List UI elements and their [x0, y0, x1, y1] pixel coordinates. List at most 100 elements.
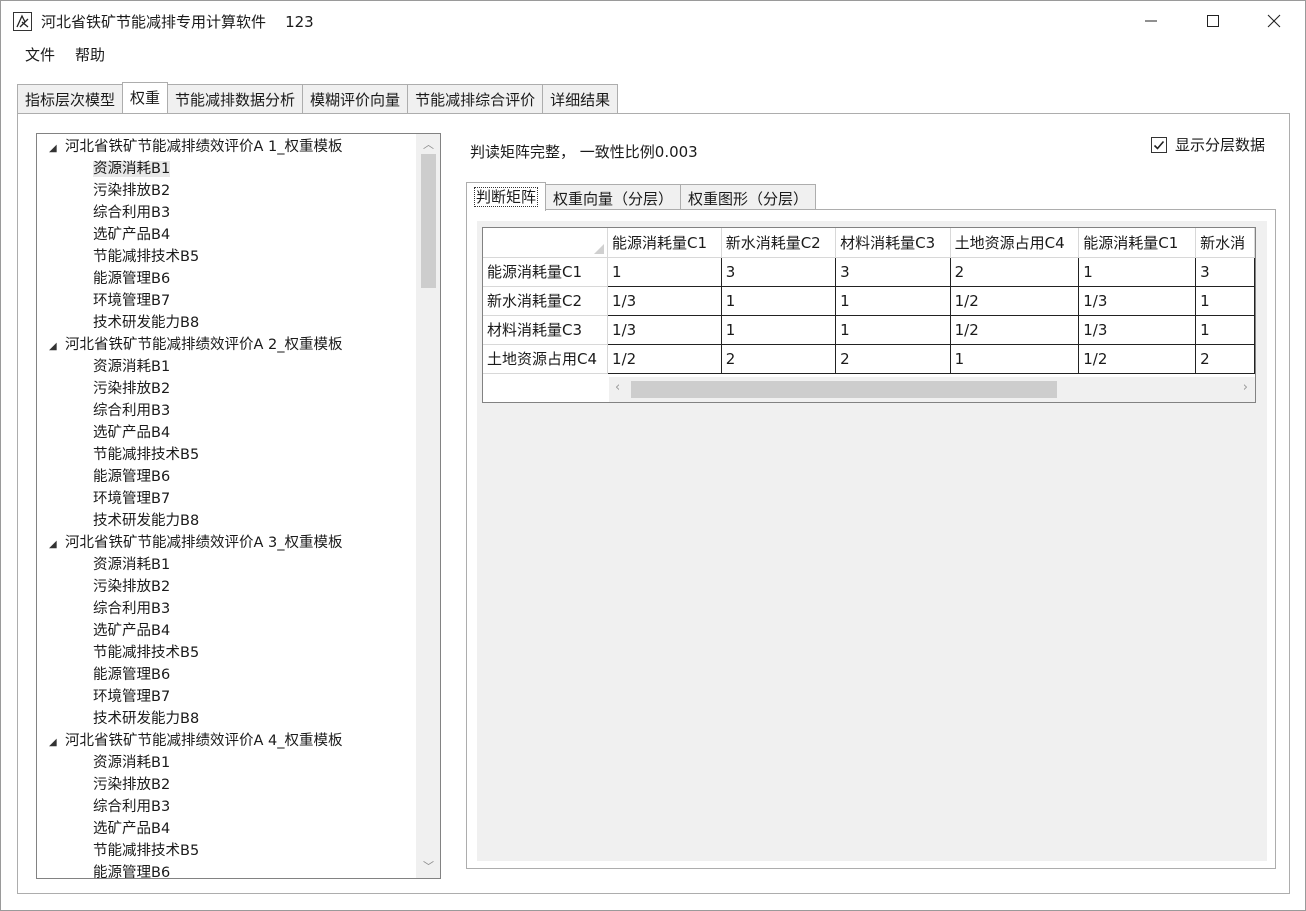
matrix-cell[interactable]: 1 [720, 285, 837, 316]
scroll-left-arrow-icon[interactable]: ‹ [615, 380, 620, 395]
matrix-cell[interactable]: 2 [1195, 343, 1255, 374]
tree-group-node[interactable]: ◢ 河北省铁矿节能减排绩效评价A 4_权重模板 [37, 730, 415, 752]
tab-weight-vector[interactable]: 权重向量（分层） [545, 184, 682, 210]
scroll-thumb[interactable] [421, 154, 436, 288]
template-tree[interactable]: ◢ 河北省铁矿节能减排绩效评价A 1_权重模板 资源消耗B1 污染排放B2 综合利用B3… [36, 133, 441, 879]
tree-group-node[interactable]: ◢ 河北省铁矿节能减排绩效评价A 1_权重模板 [37, 136, 415, 158]
matrix-cell[interactable]: 2 [720, 343, 837, 374]
maximize-button[interactable] [1183, 1, 1243, 41]
tree-item[interactable]: 综合利用B3 [37, 202, 415, 224]
expand-arrow-icon[interactable]: ◢ [49, 138, 65, 160]
tab-fuzzy-vector[interactable]: 模糊评价向量 [302, 84, 409, 113]
matrix-cell[interactable]: 1 [1195, 314, 1255, 345]
tree-item[interactable]: 选矿产品B4 [37, 224, 415, 246]
tree-item[interactable]: 污染排放B2 [37, 180, 415, 202]
menu-file[interactable]: 文件 [1, 42, 65, 68]
tree-item[interactable]: 选矿产品B4 [37, 818, 415, 840]
menu-help[interactable]: 帮助 [65, 42, 115, 68]
scroll-right-arrow-icon[interactable]: › [1243, 380, 1248, 395]
matrix-cell[interactable]: 2 [835, 343, 951, 374]
row-header[interactable]: 新水消耗量C2 [483, 286, 609, 316]
matrix-cell[interactable]: 1 [607, 256, 722, 287]
minimize-button[interactable] [1121, 1, 1181, 41]
expand-arrow-icon[interactable]: ◢ [49, 732, 65, 754]
tree-item[interactable]: 资源消耗B1 [37, 158, 415, 180]
column-header[interactable]: 能源消耗量C1 [1078, 228, 1197, 258]
tree-item[interactable]: 环境管理B7 [37, 290, 415, 312]
tree-item[interactable]: 污染排放B2 [37, 378, 415, 400]
tree-item[interactable]: 选矿产品B4 [37, 422, 415, 444]
tree-item[interactable]: 能源管理B6 [37, 268, 415, 290]
tree-item[interactable]: 资源消耗B1 [37, 356, 415, 378]
matrix-cell[interactable]: 1 [835, 314, 951, 345]
tree-item[interactable]: 环境管理B7 [37, 488, 415, 510]
tree-item[interactable]: 综合利用B3 [37, 400, 415, 422]
column-header[interactable]: 新水消 [1195, 228, 1255, 258]
scroll-up-arrow-icon[interactable]: ︿ [417, 136, 440, 154]
tab-judgment-matrix[interactable]: 判断矩阵 [466, 182, 547, 211]
tab-weights[interactable]: 权重 [122, 82, 169, 113]
tree-item[interactable]: 节能减排技术B5 [37, 642, 415, 664]
tree-item[interactable]: 选矿产品B4 [37, 620, 415, 642]
tree-item[interactable]: 污染排放B2 [37, 576, 415, 598]
matrix-corner[interactable] [483, 228, 609, 258]
row-header[interactable]: 土地资源占用C4 [483, 344, 609, 374]
tab-weight-graph[interactable]: 权重图形（分层） [680, 184, 817, 210]
matrix-cell[interactable]: 1 [1078, 256, 1197, 287]
expand-arrow-icon[interactable]: ◢ [49, 534, 65, 556]
tree-item[interactable]: 技术研发能力B8 [37, 312, 415, 334]
scroll-down-arrow-icon[interactable]: ﹀ [417, 858, 440, 876]
matrix-cell[interactable]: 1/3 [1078, 285, 1197, 316]
tree-item[interactable]: 能源管理B6 [37, 862, 415, 878]
tree-item[interactable]: 综合利用B3 [37, 598, 415, 620]
matrix-cell[interactable]: 1/2 [949, 285, 1080, 316]
tree-item[interactable]: 污染排放B2 [37, 774, 415, 796]
tree-item[interactable]: 技术研发能力B8 [37, 510, 415, 532]
expand-arrow-icon[interactable]: ◢ [49, 336, 65, 358]
show-layer-checkbox[interactable] [1151, 136, 1167, 153]
matrix-horizontal-scrollbar[interactable]: ‹ › [609, 377, 1255, 402]
column-header[interactable]: 材料消耗量C3 [835, 228, 951, 258]
column-header[interactable]: 土地资源占用C4 [950, 228, 1080, 258]
tree-item[interactable]: 技术研发能力B8 [37, 708, 415, 730]
matrix-cell[interactable]: 1/2 [1078, 343, 1197, 374]
show-layer-checkbox-row[interactable]: 显示分层数据 [1151, 134, 1265, 155]
tree-item[interactable]: 能源管理B6 [37, 466, 415, 488]
tree-item[interactable]: 综合利用B3 [37, 796, 415, 818]
tree-group-node[interactable]: ◢ 河北省铁矿节能减排绩效评价A 3_权重模板 [37, 532, 415, 554]
matrix-cell[interactable]: 3 [1195, 256, 1255, 287]
tree-group-node[interactable]: ◢ 河北省铁矿节能减排绩效评价A 2_权重模板 [37, 334, 415, 356]
tab-comprehensive-evaluation[interactable]: 节能减排综合评价 [407, 84, 544, 113]
tree-item[interactable]: 资源消耗B1 [37, 554, 415, 576]
column-header[interactable]: 能源消耗量C1 [607, 228, 722, 258]
matrix-cell[interactable]: 1 [949, 343, 1080, 374]
matrix-cell[interactable]: 3 [835, 256, 951, 287]
tree-item[interactable]: 能源管理B6 [37, 664, 415, 686]
scroll-thumb[interactable] [631, 381, 1057, 398]
matrix-cell[interactable]: 1/2 [949, 314, 1080, 345]
matrix-cell[interactable]: 1 [835, 285, 951, 316]
tree-item[interactable]: 节能减排技术B5 [37, 246, 415, 268]
matrix-cell[interactable]: 1/3 [607, 285, 722, 316]
column-header[interactable]: 新水消耗量C2 [721, 228, 837, 258]
tab-indicator-model[interactable]: 指标层次模型 [17, 84, 124, 113]
tree-item[interactable]: 节能减排技术B5 [37, 444, 415, 466]
tree-item[interactable]: 环境管理B7 [37, 686, 415, 708]
tab-data-analysis[interactable]: 节能减排数据分析 [167, 84, 304, 113]
tree-item[interactable]: 资源消耗B1 [37, 752, 415, 774]
matrix-cell[interactable]: 2 [949, 256, 1080, 287]
tree-item[interactable]: 节能减排技术B5 [37, 840, 415, 862]
judgment-matrix-grid[interactable]: 能源消耗量C1 新水消耗量C2 材料消耗量C3 土地资源占用C4 能源消耗量C1… [482, 227, 1256, 403]
matrix-cell[interactable]: 1/3 [607, 314, 722, 345]
matrix-cell[interactable]: 1 [1195, 285, 1255, 316]
row-header[interactable]: 材料消耗量C3 [483, 315, 609, 345]
tab-detailed-results[interactable]: 详细结果 [542, 84, 619, 113]
matrix-cell[interactable]: 1 [720, 314, 837, 345]
row-header[interactable]: 能源消耗量C1 [483, 257, 609, 287]
matrix-cell[interactable]: 1/3 [1078, 314, 1197, 345]
matrix-cell[interactable]: 1/2 [607, 343, 722, 374]
title-bar[interactable]: 河北省铁矿节能减排专用计算软件 123 [1, 1, 1305, 41]
tree-vertical-scrollbar[interactable]: ︿ ﹀ [416, 134, 440, 878]
close-button[interactable] [1244, 1, 1304, 41]
matrix-cell[interactable]: 3 [720, 256, 837, 287]
